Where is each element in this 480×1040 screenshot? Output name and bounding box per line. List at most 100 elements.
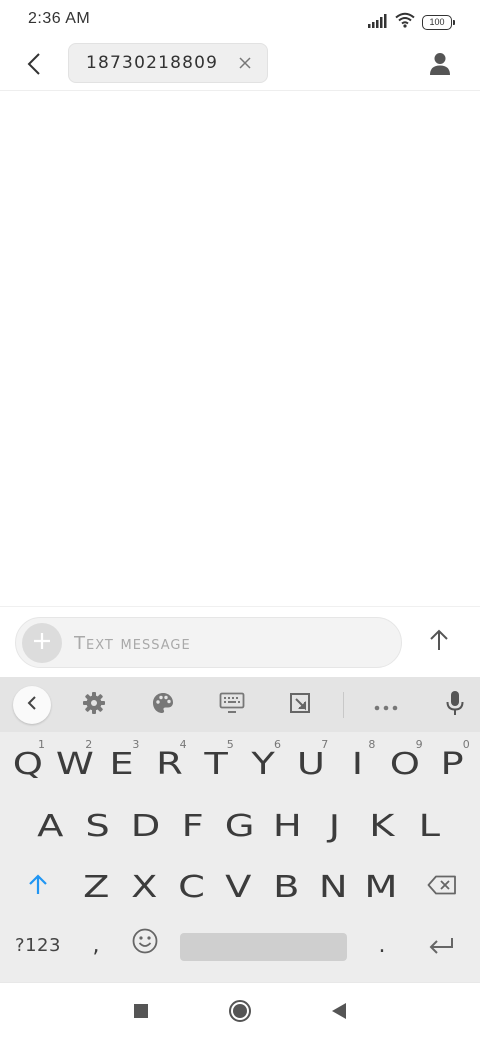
- key-q[interactable]: Q1: [4, 738, 51, 789]
- key-p[interactable]: P0: [429, 738, 476, 789]
- back-button[interactable]: [16, 48, 52, 84]
- key-n[interactable]: N: [310, 862, 357, 912]
- back-nav-button[interactable]: [325, 999, 353, 1027]
- key-hint: 2: [85, 738, 93, 751]
- recipient-number: 18730218809: [86, 53, 219, 73]
- key-hint: 9: [415, 738, 423, 751]
- close-icon[interactable]: [237, 55, 253, 71]
- key-label: A: [37, 808, 64, 844]
- microphone-icon: [446, 690, 464, 720]
- signal-icon: [368, 13, 388, 32]
- backspace-key[interactable]: [420, 863, 464, 907]
- key-g[interactable]: G: [217, 801, 264, 851]
- key-i[interactable]: I8: [334, 738, 381, 789]
- back-arrow-icon: [27, 52, 41, 80]
- symbols-key[interactable]: ?123: [6, 925, 70, 965]
- key-e[interactable]: E3: [98, 738, 145, 789]
- shift-arrow-icon: [28, 868, 48, 903]
- key-label: Z: [83, 869, 110, 905]
- key-f[interactable]: F: [169, 801, 216, 851]
- key-hint: 7: [321, 738, 329, 751]
- key-t[interactable]: T5: [193, 738, 240, 789]
- arrow-up-icon: [429, 629, 449, 655]
- person-icon: [429, 52, 451, 80]
- circle-icon: [228, 999, 252, 1027]
- contact-button[interactable]: [424, 50, 456, 82]
- square-icon: [133, 1003, 149, 1023]
- triangle-back-icon: [331, 1002, 347, 1024]
- send-button[interactable]: [422, 625, 456, 659]
- key-label: M: [364, 869, 398, 905]
- key-l[interactable]: L: [406, 801, 453, 851]
- keyboard: Q1W2E3R4T5Y6U7I8O9P0 ASDFGHJKL ZXCVBNM ?…: [0, 677, 480, 982]
- key-m[interactable]: M: [357, 862, 404, 912]
- key-h[interactable]: H: [264, 801, 311, 851]
- more-icon: [374, 696, 398, 715]
- key-w[interactable]: W2: [51, 738, 98, 789]
- keyboard-icon: [219, 691, 245, 719]
- key-z[interactable]: Z: [73, 862, 120, 912]
- shift-key[interactable]: [16, 863, 60, 907]
- space-key[interactable]: [180, 933, 347, 961]
- chevron-left-icon: [27, 695, 37, 715]
- key-o[interactable]: O9: [382, 738, 429, 789]
- emoji-icon: [132, 927, 158, 962]
- emoji-key[interactable]: [124, 923, 166, 965]
- key-label: U: [296, 746, 325, 782]
- keyboard-settings-button[interactable]: [76, 687, 112, 723]
- key-a[interactable]: A: [27, 801, 74, 851]
- key-y[interactable]: Y6: [240, 738, 287, 789]
- key-label: S: [85, 808, 111, 844]
- conversation-header: 18730218809: [0, 42, 480, 91]
- wifi-icon: [395, 12, 415, 32]
- message-list[interactable]: [0, 92, 480, 606]
- key-s[interactable]: S: [74, 801, 121, 851]
- key-k[interactable]: K: [359, 801, 406, 851]
- key-label: J: [329, 808, 341, 844]
- gear-icon: [82, 691, 106, 719]
- toolbar-collapse-button[interactable]: [13, 686, 51, 724]
- compose-bar: [0, 606, 480, 677]
- key-label: P: [440, 746, 464, 782]
- backspace-icon: [427, 868, 457, 903]
- recipient-chip[interactable]: 18730218809: [68, 43, 268, 83]
- home-button[interactable]: [226, 999, 254, 1027]
- enter-key[interactable]: [418, 925, 464, 965]
- key-v[interactable]: V: [215, 862, 262, 912]
- period-key[interactable]: .: [364, 925, 400, 965]
- key-r[interactable]: R4: [146, 738, 193, 789]
- compose-box[interactable]: [15, 617, 402, 668]
- key-label: T: [204, 746, 229, 782]
- key-hint: 3: [132, 738, 140, 751]
- message-input[interactable]: [74, 630, 374, 656]
- key-b[interactable]: B: [263, 862, 310, 912]
- key-label: W: [55, 746, 94, 782]
- resize-button[interactable]: [282, 687, 318, 723]
- more-button[interactable]: [368, 687, 404, 723]
- navigation-bar: [0, 982, 480, 1040]
- attach-button[interactable]: [22, 623, 62, 663]
- key-j[interactable]: J: [311, 801, 358, 851]
- key-label: G: [225, 808, 255, 844]
- key-hint: 8: [368, 738, 376, 751]
- key-label: R: [155, 746, 183, 782]
- key-d[interactable]: D: [122, 801, 169, 851]
- key-label: E: [109, 746, 135, 782]
- key-label: B: [272, 869, 300, 905]
- keyboard-mode-button[interactable]: [214, 687, 250, 723]
- key-label: V: [225, 869, 252, 905]
- key-label: Y: [251, 746, 276, 782]
- key-label: H: [273, 808, 302, 844]
- key-label: C: [177, 869, 205, 905]
- key-c[interactable]: C: [168, 862, 215, 912]
- recents-button[interactable]: [127, 999, 155, 1027]
- comma-key[interactable]: ,: [78, 925, 114, 965]
- key-hint: 4: [179, 738, 187, 751]
- voice-input-button[interactable]: [437, 687, 473, 723]
- toolbar-divider: [343, 692, 344, 718]
- key-u[interactable]: U7: [287, 738, 334, 789]
- key-x[interactable]: X: [120, 862, 167, 912]
- theme-button[interactable]: [145, 687, 181, 723]
- resize-icon: [289, 692, 311, 718]
- palette-icon: [151, 691, 175, 719]
